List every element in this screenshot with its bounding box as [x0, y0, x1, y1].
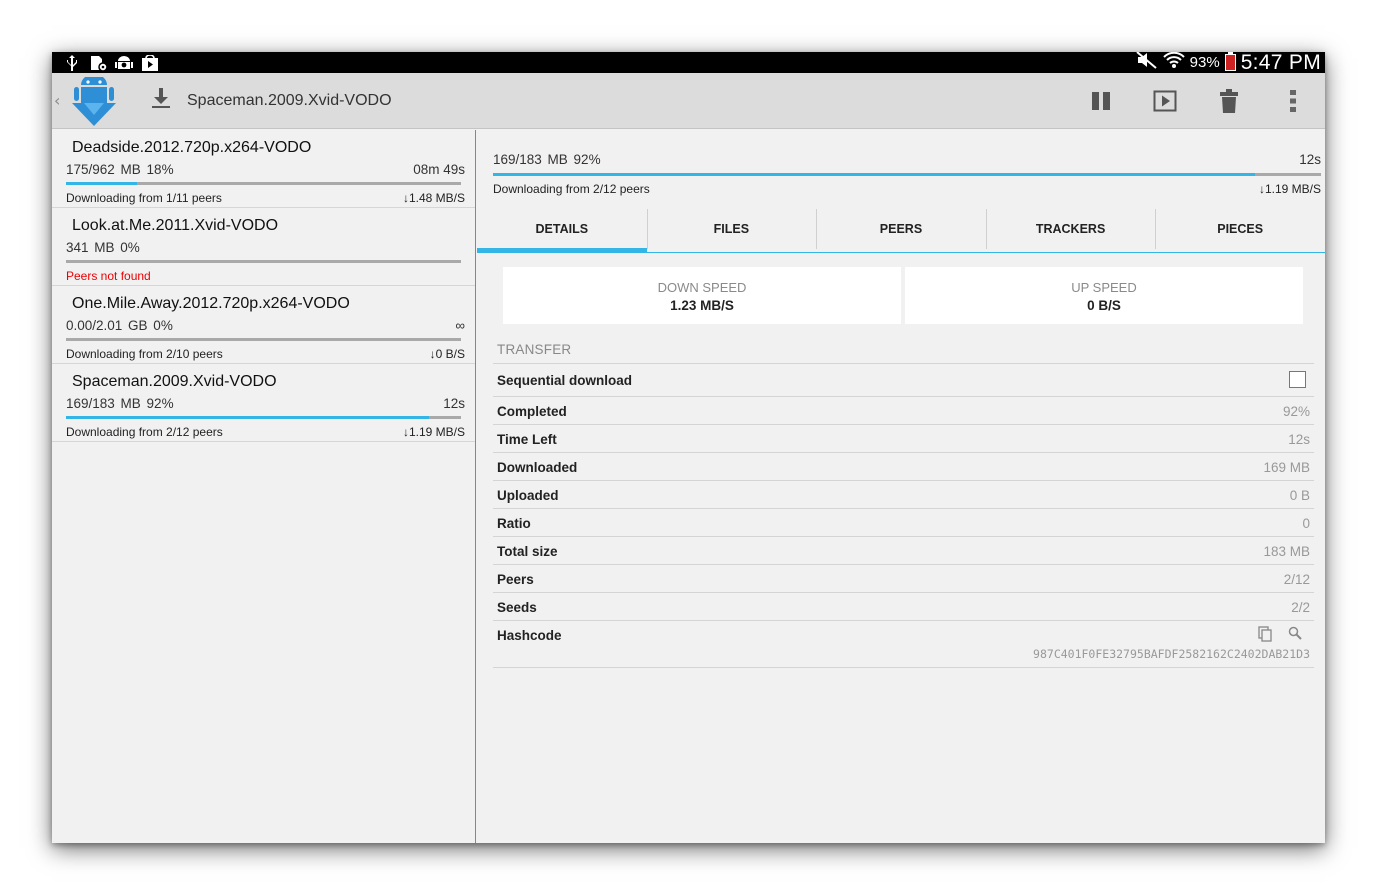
trash-icon: [1220, 89, 1238, 113]
up-speed-card: UP SPEED 0 B/S: [905, 267, 1303, 324]
torrent-progress-bar: [66, 260, 461, 263]
app-logo-icon[interactable]: [70, 74, 118, 127]
torrent-eta: ∞: [455, 318, 465, 333]
detail-row: Seeds 2/2: [493, 593, 1314, 621]
detail-row: Downloaded 169 MB: [493, 453, 1314, 481]
transfer-details: Sequential download Completed 92% Time Le…: [493, 363, 1314, 668]
detail-size: 169/183 MB 92%: [493, 152, 601, 167]
sd-card-icon: [88, 55, 108, 71]
back-chevron-icon[interactable]: ‹: [54, 91, 60, 110]
torrent-speed: ↓1.19 MB/S: [402, 425, 465, 439]
tab-pieces[interactable]: PIECES: [1155, 205, 1325, 252]
torrent-size: 0.00/2.01 GB 0%: [66, 318, 173, 333]
detail-eta: 12s: [1299, 152, 1321, 167]
detail-row: Peers 2/12: [493, 565, 1314, 593]
sequential-download-row[interactable]: Sequential download: [493, 364, 1314, 397]
hashcode-row: Hashcode 987C401F0FE32795BAFDF2582162C24…: [493, 621, 1314, 668]
battery-icon: [1224, 52, 1236, 71]
android-debug-icon: [114, 55, 134, 71]
tab-files[interactable]: FILES: [646, 205, 817, 252]
mute-icon: [1136, 52, 1158, 74]
hashcode-label: Hashcode: [497, 628, 562, 643]
overflow-menu-button[interactable]: [1261, 73, 1325, 129]
pause-icon: [1092, 92, 1110, 110]
torrent-status: Downloading from 2/10 peers: [66, 347, 223, 361]
progress-fill: [493, 173, 1255, 176]
detail-progress-bar: [493, 173, 1321, 176]
sequential-download-checkbox[interactable]: [1289, 371, 1306, 388]
down-speed-label: DOWN SPEED: [657, 280, 747, 295]
usb-icon: [62, 54, 82, 71]
torrent-size: 341 MB 0%: [66, 240, 140, 255]
progress-fill: [66, 416, 430, 419]
detail-row: Total size 183 MB: [493, 537, 1314, 565]
torrent-progress-bar: [66, 416, 461, 419]
torrent-name: Spaceman.2009.Xvid-VODO: [72, 373, 277, 390]
pause-button[interactable]: [1069, 73, 1133, 129]
torrent-eta: 12s: [443, 396, 465, 411]
down-speed-value: 1.23 MB/S: [670, 298, 734, 313]
torrent-detail-panel: 169/183 MB 92% 12s Downloading from 2/12…: [477, 130, 1325, 843]
detail-tabs: DETAILS FILES PEERS TRACKERS PIECES: [477, 205, 1325, 253]
more-vert-icon: [1290, 90, 1296, 112]
torrent-status: Peers not found: [66, 269, 151, 283]
battery-percent: 93%: [1189, 54, 1220, 71]
up-speed-value: 0 B/S: [1087, 298, 1121, 313]
down-speed-card: DOWN SPEED 1.23 MB/S: [503, 267, 901, 324]
tablet-screen: 93% 5:47 PM ‹ Spaceman.2009.Xvid-VODO De…: [52, 52, 1325, 843]
detail-row: Ratio 0: [493, 509, 1314, 537]
detail-row: Time Left 12s: [493, 425, 1314, 453]
torrent-status: Downloading from 1/11 peers: [66, 191, 222, 205]
torrent-progress-bar: [66, 182, 461, 185]
torrent-progress-bar: [66, 338, 461, 341]
torrent-name: Deadside.2012.720p.x264-VODO: [72, 139, 312, 156]
tab-peers[interactable]: PEERS: [816, 205, 986, 252]
detail-speed: ↓1.19 MB/S: [1258, 182, 1321, 196]
torrent-list: Deadside.2012.720p.x264-VODO 175/962 MB …: [52, 130, 476, 843]
detail-status: Downloading from 2/12 peers: [493, 182, 650, 196]
clock: 5:47 PM: [1240, 52, 1321, 74]
download-icon: [149, 86, 173, 110]
torrent-size: 175/962 MB 18%: [66, 162, 174, 177]
play-button[interactable]: [1133, 73, 1197, 129]
torrent-name: Look.at.Me.2011.Xvid-VODO: [72, 217, 279, 234]
copy-icon[interactable]: [1258, 626, 1272, 647]
torrent-speed: ↓1.48 MB/S: [402, 191, 465, 205]
page-title: Spaceman.2009.Xvid-VODO: [187, 92, 392, 109]
play-store-icon: [140, 54, 160, 71]
detail-row: Uploaded 0 B: [493, 481, 1314, 509]
detail-row: Completed 92%: [493, 397, 1314, 425]
torrent-item[interactable]: Deadside.2012.720p.x264-VODO 175/962 MB …: [52, 130, 475, 208]
tab-trackers[interactable]: TRACKERS: [985, 205, 1156, 252]
up-speed-label: UP SPEED: [1071, 280, 1137, 295]
hashcode-value: 987C401F0FE32795BAFDF2582162C2402DAB21D3: [1033, 647, 1310, 661]
delete-button[interactable]: [1197, 73, 1261, 129]
torrent-size: 169/183 MB 92%: [66, 396, 174, 411]
search-icon[interactable]: [1288, 626, 1302, 647]
torrent-item-selected[interactable]: Spaceman.2009.Xvid-VODO 169/183 MB 92% 1…: [52, 364, 475, 442]
section-header-transfer: TRANSFER: [497, 342, 572, 357]
play-icon: [1153, 90, 1177, 112]
tab-details[interactable]: DETAILS: [477, 205, 647, 253]
torrent-speed: ↓0 B/S: [429, 347, 465, 361]
sequential-download-label: Sequential download: [497, 373, 633, 388]
torrent-name: One.Mile.Away.2012.720p.x264-VODO: [72, 295, 350, 312]
torrent-status: Downloading from 2/12 peers: [66, 425, 223, 439]
torrent-item[interactable]: One.Mile.Away.2012.720p.x264-VODO 0.00/2…: [52, 286, 475, 364]
torrent-eta: 08m 49s: [413, 162, 465, 177]
wifi-icon: [1162, 52, 1185, 74]
progress-fill: [66, 182, 138, 185]
action-bar: ‹ Spaceman.2009.Xvid-VODO: [52, 73, 1325, 129]
torrent-item[interactable]: Look.at.Me.2011.Xvid-VODO 341 MB 0% Peer…: [52, 208, 475, 286]
status-bar: 93% 5:47 PM: [52, 52, 1325, 74]
